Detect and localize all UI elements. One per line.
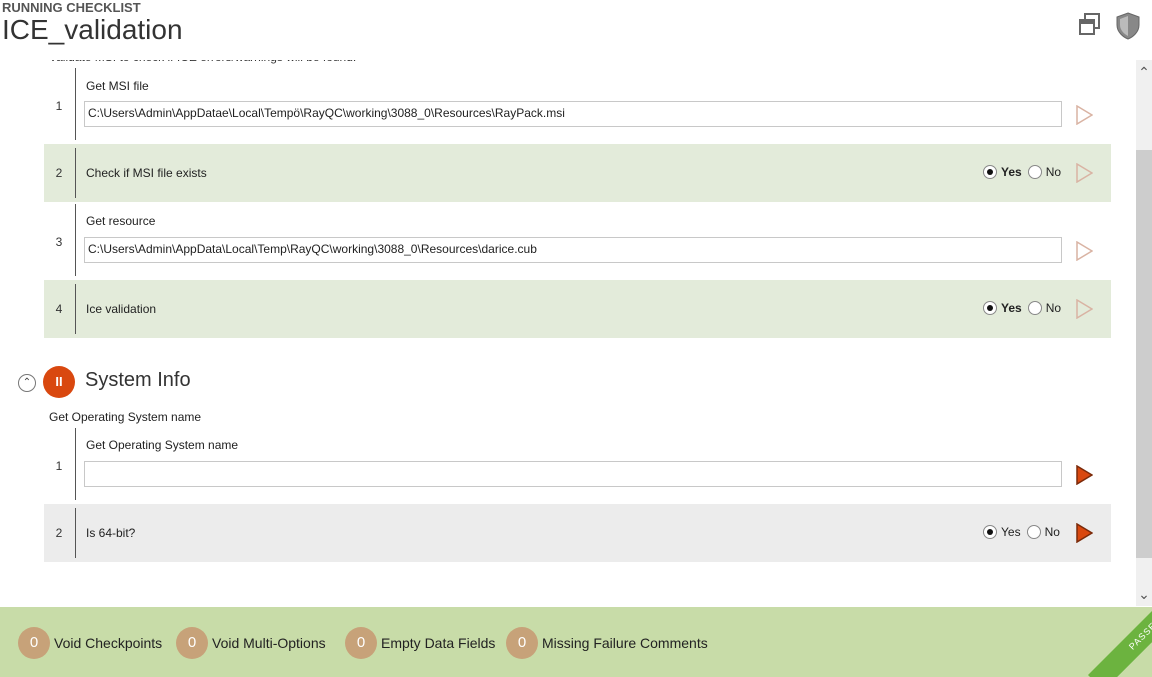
yes-no-options: Yes No [983,301,1061,315]
page-title: ICE_validation [2,14,183,45]
section-header: ⌃ II System Info [18,366,618,400]
no-radio[interactable] [1027,165,1042,179]
play-icon[interactable] [1075,105,1093,125]
no-label: No [1044,525,1060,539]
msi-path-field[interactable]: C:\Users\Admin\AppDatae\Local\Tempö\RayQ… [84,101,1062,127]
step-is-64-bit: 2 Is 64-bit? Yes No [44,504,1111,562]
count-badge: 0 [345,627,377,659]
section-description: Get Operating System name [49,410,202,424]
count-badge: 0 [506,627,538,659]
yes-label: Yes [1001,525,1021,539]
no-radio[interactable] [1026,525,1041,539]
divider [75,428,76,500]
play-icon[interactable] [1075,241,1093,261]
scroll-up-icon[interactable]: ⌃ [1136,60,1152,84]
vertical-scrollbar[interactable]: ⌃ ⌄ [1136,60,1152,606]
no-label: No [1045,301,1062,315]
checklist-scroll-area: Validate MSI to check if ICE errors/warn… [0,48,1136,606]
step-number: 1 [55,459,63,473]
step-label: Get resource [86,214,156,228]
divider [75,284,76,334]
divider [75,148,76,198]
yes-radio[interactable] [983,525,997,539]
step-get-msi-file: 1 Get MSI file C:\Users\Admin\AppDatae\L… [44,68,1111,140]
divider [75,204,76,276]
count-badge: 0 [176,627,208,659]
step-number: 2 [55,526,63,540]
pause-icon[interactable]: II [43,366,75,398]
empty-data-fields-stat[interactable]: 0 Empty Data Fields [345,627,495,659]
section-label: RUNNING CHECKLIST [2,0,141,15]
scrollbar-thumb[interactable] [1136,150,1152,558]
count-badge: 0 [18,627,50,659]
section-title: System Info [85,369,191,391]
divider [75,68,76,140]
stat-label: Void Checkpoints [54,635,163,651]
stat-label: Missing Failure Comments [542,635,708,651]
step-label: Get Operating System name [86,438,239,452]
step-label: Is 64-bit? [86,526,136,540]
step-number: 2 [55,166,63,180]
step-number: 1 [55,99,63,113]
stat-label: Empty Data Fields [381,635,496,651]
void-checkpoints-stat[interactable]: 0 Void Checkpoints [18,627,162,659]
step-ice-validation: 4 Ice validation Yes No [44,280,1111,338]
no-label: No [1045,165,1062,179]
shield-icon[interactable] [1116,12,1140,45]
stat-label: Void Multi-Options [212,635,326,651]
passed-ribbon: PASSED [1088,607,1152,677]
step-label: Check if MSI file exists [86,166,207,180]
footer-summary: 0 Void Checkpoints 0 Void Multi-Options … [0,607,1152,677]
no-radio[interactable] [1027,301,1042,315]
void-multi-options-stat[interactable]: 0 Void Multi-Options [176,627,326,659]
divider [75,508,76,558]
step-label: Get MSI file [86,79,149,93]
os-name-field[interactable] [84,461,1062,487]
yes-no-options: Yes No [983,525,1060,539]
step-check-msi-exists: 2 Check if MSI file exists Yes No [44,144,1111,202]
play-icon[interactable] [1075,465,1093,485]
step-label: Ice validation [86,302,157,316]
windows-icon[interactable] [1078,12,1102,43]
step-get-os-name: 1 Get Operating System name [44,428,1111,500]
play-icon[interactable] [1075,163,1093,183]
yes-label: Yes [1001,301,1022,315]
scroll-down-icon[interactable]: ⌄ [1136,582,1152,606]
play-icon[interactable] [1075,299,1093,319]
step-number: 4 [55,302,63,316]
yes-radio[interactable] [983,165,997,179]
header: RUNNING CHECKLIST ICE_validation [0,0,1152,60]
chevron-up-icon[interactable]: ⌃ [18,374,36,392]
play-icon[interactable] [1075,523,1093,543]
yes-no-options: Yes No [983,165,1061,179]
resource-path-field[interactable]: C:\Users\Admin\AppData\Local\Temp\RayQC\… [84,237,1062,263]
yes-radio[interactable] [983,301,997,315]
step-number: 3 [55,235,63,249]
step-get-resource: 3 Get resource C:\Users\Admin\AppData\Lo… [44,204,1111,276]
yes-label: Yes [1001,165,1022,179]
missing-failure-comments-stat[interactable]: 0 Missing Failure Comments [506,627,708,659]
